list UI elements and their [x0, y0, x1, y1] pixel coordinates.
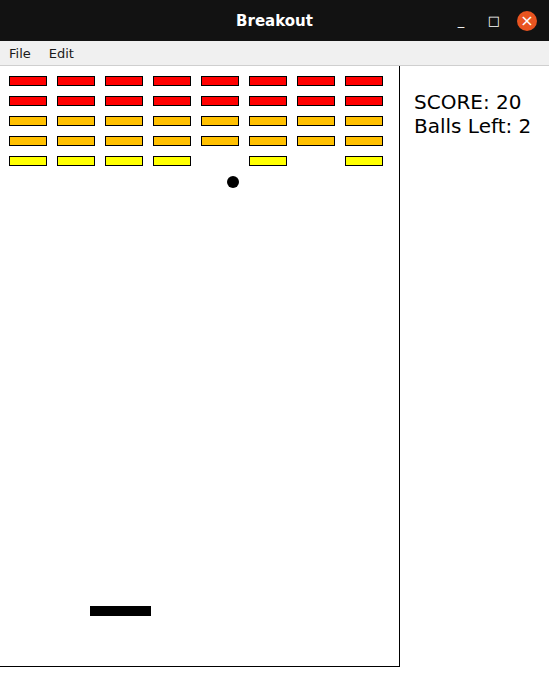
brick	[297, 96, 335, 106]
brick	[345, 116, 383, 126]
window-title: Breakout	[236, 12, 313, 30]
brick	[153, 156, 191, 166]
status-panel: SCORE: 20Balls Left: 2	[400, 66, 549, 667]
brick	[345, 76, 383, 86]
brick	[105, 156, 143, 166]
brick	[9, 136, 47, 146]
brick	[9, 156, 47, 166]
window-controls: _ □ ×	[451, 0, 537, 41]
brick	[345, 136, 383, 146]
brick	[201, 96, 239, 106]
menu-bar: File Edit	[0, 41, 549, 66]
brick	[153, 96, 191, 106]
brick	[297, 136, 335, 146]
brick	[249, 96, 287, 106]
brick	[249, 76, 287, 86]
brick	[57, 76, 95, 86]
brick	[201, 116, 239, 126]
brick	[249, 136, 287, 146]
brick	[57, 156, 95, 166]
maximize-button[interactable]: □	[484, 11, 504, 31]
brick	[105, 76, 143, 86]
brick	[9, 116, 47, 126]
brick	[249, 116, 287, 126]
brick-wall	[9, 76, 399, 166]
brick	[297, 156, 335, 166]
game-body: SCORE: 20Balls Left: 2	[0, 66, 549, 667]
brick	[297, 116, 335, 126]
brick	[9, 76, 47, 86]
brick	[57, 136, 95, 146]
game-canvas	[0, 66, 400, 667]
brick	[153, 116, 191, 126]
score-label: SCORE: 20	[414, 90, 549, 114]
brick	[105, 96, 143, 106]
brick	[201, 136, 239, 146]
brick	[297, 76, 335, 86]
menu-item[interactable]: File	[9, 46, 31, 61]
balls-left-label: Balls Left: 2	[414, 114, 549, 138]
title-bar: Breakout _ □ ×	[0, 0, 549, 41]
ball	[227, 176, 239, 188]
brick	[345, 96, 383, 106]
brick	[57, 96, 95, 106]
brick	[105, 136, 143, 146]
breakout-window: Breakout _ □ × File Edit SCORE: 20Balls Left: …	[0, 0, 549, 679]
brick	[201, 156, 239, 166]
brick	[105, 116, 143, 126]
brick	[201, 76, 239, 86]
close-button[interactable]: ×	[517, 11, 537, 31]
minimize-button[interactable]: _	[451, 11, 471, 31]
brick	[249, 156, 287, 166]
paddle[interactable]	[90, 606, 151, 616]
brick	[9, 96, 47, 106]
brick	[345, 156, 383, 166]
brick	[153, 76, 191, 86]
brick	[57, 116, 95, 126]
menu-item[interactable]: Edit	[49, 46, 74, 61]
brick	[153, 136, 191, 146]
